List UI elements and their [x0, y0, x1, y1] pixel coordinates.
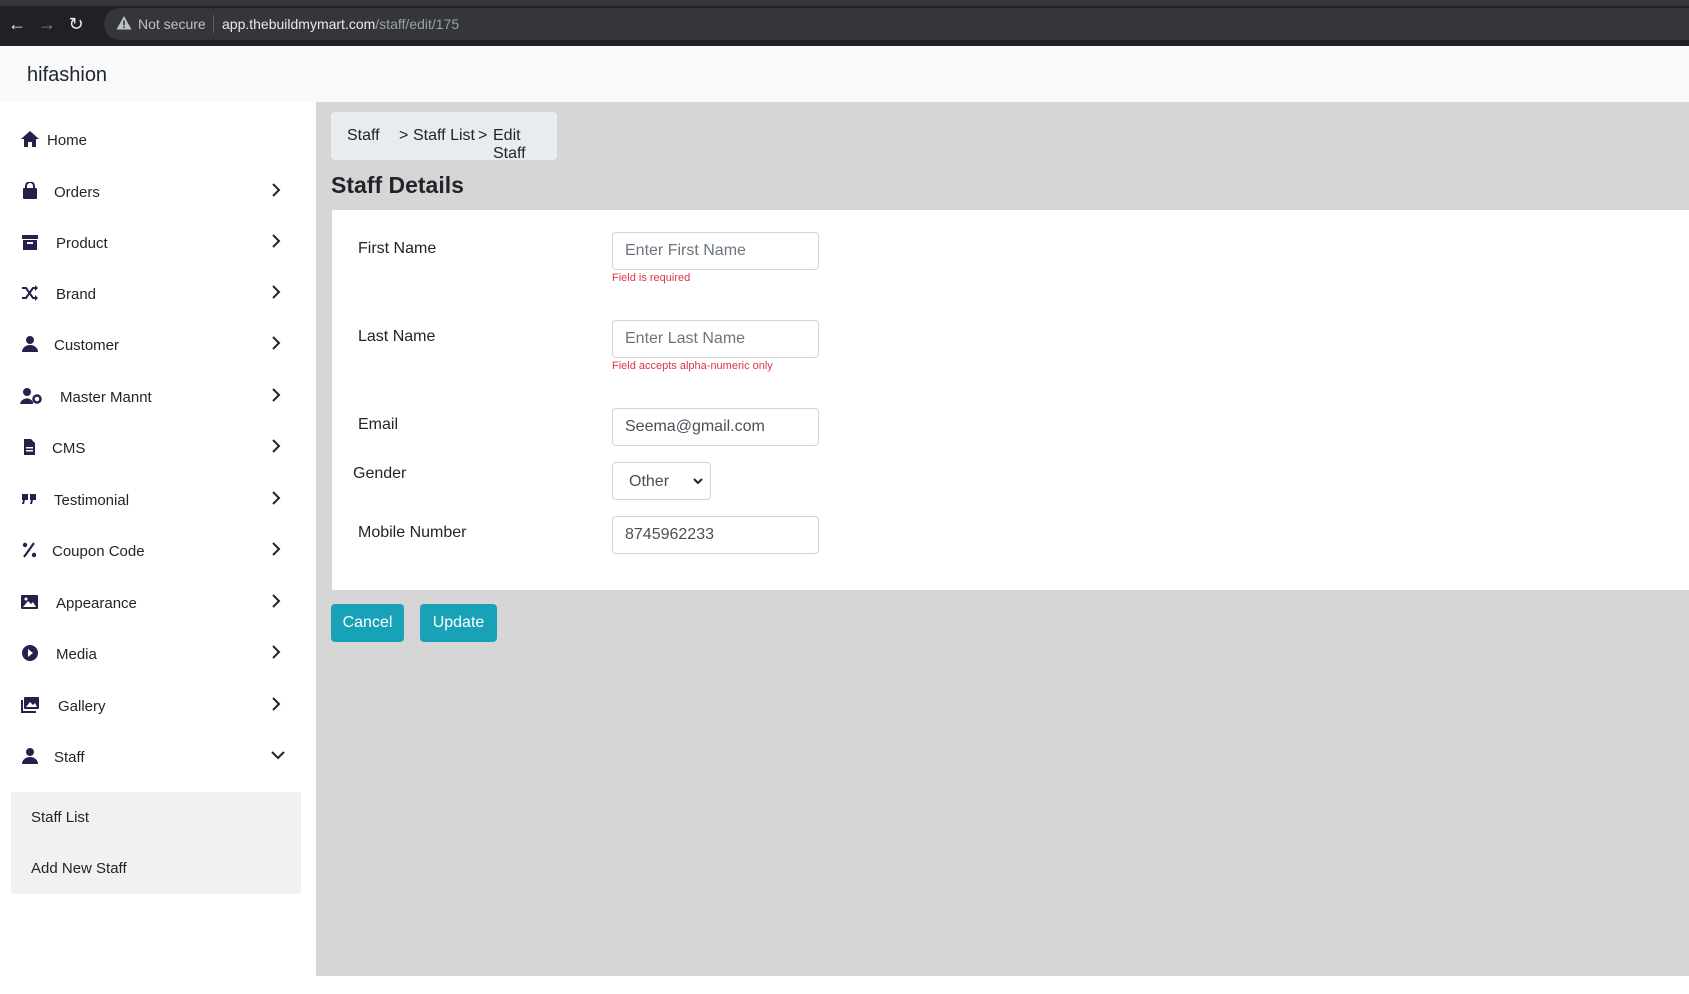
chevron-right-icon: [272, 542, 281, 556]
sidebar-item-label: Brand: [56, 286, 97, 303]
sidebar-item-label: Master Mannt: [60, 389, 152, 406]
gender-label: Gender: [353, 465, 407, 482]
brand-name[interactable]: hifashion: [27, 64, 107, 87]
mobile-number-field[interactable]: [612, 516, 819, 554]
shuffle-icon: [22, 285, 38, 301]
first-name-error: Field is required: [612, 272, 691, 284]
sidebar-item-staff[interactable]: Staff: [0, 737, 300, 777]
user-icon: [22, 748, 38, 764]
user-icon: [22, 336, 38, 352]
sidebar-item-label: Orders: [54, 184, 100, 201]
last-name-label: Last Name: [358, 328, 436, 345]
forward-icon[interactable]: →: [36, 13, 58, 35]
first-name-field[interactable]: [612, 232, 819, 270]
breadcrumb-item-edit-staff: Edit Staff: [493, 127, 526, 162]
breadcrumb: Staff > Staff List > Edit Staff: [331, 112, 557, 162]
sidebar-item-label: Gallery: [58, 698, 106, 715]
last-name-error: Field accepts alpha-numeric only: [612, 360, 773, 372]
address-divider: [213, 15, 214, 33]
home-icon: [21, 131, 39, 147]
staff-details-form: First Name Field is required Last Name F…: [332, 210, 1689, 590]
quote-icon: [22, 494, 36, 504]
reload-icon[interactable]: ↻: [65, 13, 87, 35]
archive-box-icon: [22, 235, 38, 250]
url-host: app.thebuildmymart.com: [222, 16, 376, 32]
first-name-label: First Name: [358, 240, 437, 257]
chevron-right-icon: [272, 439, 281, 453]
images-icon: [21, 697, 39, 713]
chevron-right-icon: [272, 234, 281, 248]
gender-select[interactable]: Other: [612, 462, 711, 500]
submenu-item-staff-list[interactable]: Staff List: [31, 809, 89, 826]
chevron-right-icon: [272, 594, 281, 608]
chevron-down-icon: [271, 751, 285, 760]
shopping-bag-icon: [23, 182, 37, 199]
sidebar-item-cms[interactable]: CMS: [0, 428, 300, 468]
sidebar-item-label: Testimonial: [54, 492, 130, 509]
browser-toolbar: ← → ↻ Not secure app.thebuildmymart.com/…: [0, 0, 1689, 46]
chevron-right-icon: [272, 388, 281, 402]
sidebar-item-product[interactable]: Product: [0, 223, 300, 263]
mobile-number-label: Mobile Number: [358, 524, 467, 541]
last-name-field[interactable]: [612, 320, 819, 358]
cancel-button[interactable]: Cancel: [331, 604, 404, 642]
chevron-right-icon: [272, 336, 281, 350]
chevron-right-icon: [272, 697, 281, 711]
breadcrumb-item-staff-list[interactable]: Staff List: [413, 127, 475, 145]
back-icon[interactable]: ←: [6, 13, 28, 35]
play-circle-icon: [22, 645, 38, 661]
sidebar-item-label: Media: [56, 646, 97, 663]
chevron-right-icon: [272, 183, 281, 197]
chevron-right-icon: [272, 491, 281, 505]
sidebar-item-label: Coupon Code: [52, 543, 145, 560]
submenu-item-add-new-staff[interactable]: Add New Staff: [31, 860, 127, 877]
sidebar-item-label: Customer: [54, 337, 120, 354]
staff-submenu: Staff List Add New Staff: [11, 792, 301, 894]
chevron-right-icon: [272, 285, 281, 299]
email-label: Email: [358, 416, 399, 433]
chevron-right-icon: [272, 645, 281, 659]
chevron-down-icon: [693, 478, 703, 485]
security-label: Not secure: [138, 16, 206, 32]
breadcrumb-separator: >: [399, 127, 409, 144]
sidebar: Home Orders Product Brand Customer Maste…: [0, 102, 316, 994]
sidebar-item-customer[interactable]: Customer: [0, 325, 300, 365]
url-path: /staff/edit/175: [375, 16, 460, 32]
warning-icon: [116, 16, 132, 30]
sidebar-item-label: CMS: [52, 440, 86, 457]
update-button[interactable]: Update: [420, 604, 497, 642]
page-title: Staff Details: [331, 172, 464, 198]
gender-selected-value: Other: [629, 473, 670, 490]
app-header: hifashion: [0, 46, 1689, 102]
email-field[interactable]: [612, 408, 819, 446]
sidebar-item-home[interactable]: Home: [0, 120, 300, 160]
page-url: app.thebuildmymart.com/staff/edit/175: [222, 16, 459, 32]
sidebar-item-coupon-code[interactable]: Coupon Code: [0, 531, 300, 571]
percent-icon: [22, 542, 37, 558]
document-icon: [24, 439, 35, 455]
sidebar-item-label: Home: [47, 132, 88, 149]
main-content: Staff > Staff List > Edit Staff Staff De…: [316, 102, 1689, 976]
sidebar-item-label: Appearance: [56, 595, 137, 612]
breadcrumb-separator: >: [478, 127, 488, 144]
sidebar-item-label: Staff: [54, 749, 85, 766]
sidebar-item-testimonial[interactable]: Testimonial: [0, 480, 300, 520]
sidebar-item-master-mannt[interactable]: Master Mannt: [0, 377, 300, 417]
sidebar-item-gallery[interactable]: Gallery: [0, 686, 300, 726]
user-gear-icon: [20, 388, 42, 404]
breadcrumb-item-staff[interactable]: Staff: [347, 127, 380, 145]
sidebar-item-label: Product: [56, 235, 108, 252]
image-icon: [21, 595, 38, 609]
address-bar[interactable]: Not secure app.thebuildmymart.com/staff/…: [104, 8, 1689, 40]
browser-tab-strip: [0, 0, 1689, 6]
sidebar-item-appearance[interactable]: Appearance: [0, 583, 300, 623]
sidebar-item-brand[interactable]: Brand: [0, 274, 300, 314]
sidebar-item-media[interactable]: Media: [0, 634, 300, 674]
sidebar-item-orders[interactable]: Orders: [0, 172, 300, 212]
